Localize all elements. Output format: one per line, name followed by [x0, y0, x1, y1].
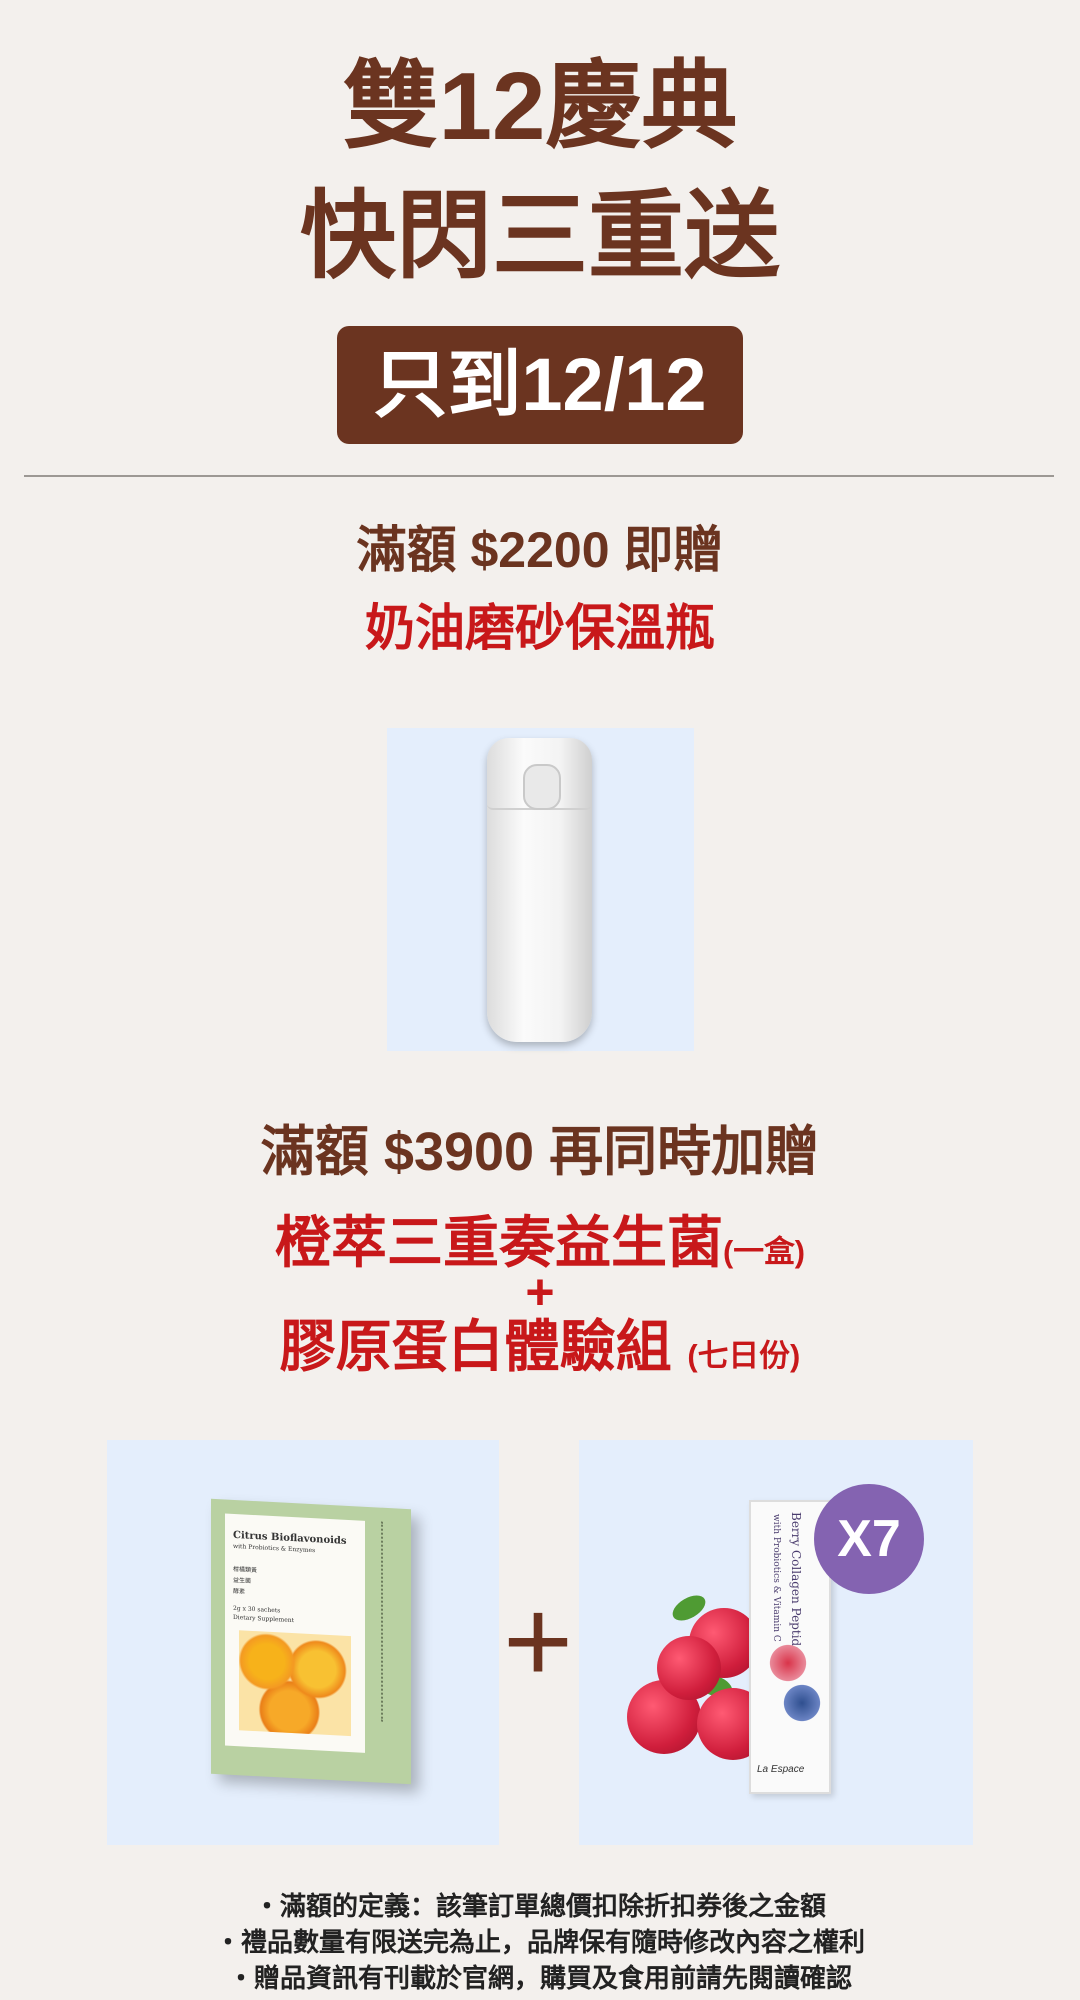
- collagen-stick-image: Berry Collagen Peptides with Probiotics …: [579, 1440, 973, 1845]
- orange-slices-icon: [239, 1630, 351, 1737]
- box-side-text: [381, 1521, 403, 1723]
- box-label: Citrus Bioflavonoids with Probiotics & E…: [225, 1513, 365, 1753]
- flower-icon: [767, 1642, 809, 1684]
- stick-sub-text: with Probiotics & Vitamin C: [771, 1514, 781, 1642]
- title-line-1: 雙12慶典: [342, 53, 738, 160]
- stick-brand: La Espace: [757, 1764, 805, 1775]
- tier2-gift2: 膠原蛋白體驗組 (七日份): [0, 1312, 1080, 1391]
- berry-icon: [657, 1636, 721, 1700]
- flower-icon: [781, 1682, 823, 1724]
- tier2-gift2-qty: (七日份): [687, 1338, 801, 1373]
- tier2-condition: 滿額 $3900 再同時加贈: [260, 1122, 820, 1182]
- tier2-gift2-name: 膠原蛋白體驗組: [279, 1315, 672, 1378]
- notes: ・滿額的定義：該筆訂單總價扣除折扣券後之金額 ・禮品數量有限送完為止，品牌保有隨…: [0, 1888, 1080, 1996]
- divider: [24, 475, 1054, 477]
- stick-sub: with Probiotics & Vitamin C: [771, 1514, 781, 1642]
- thermos-bottle-image: [387, 728, 694, 1051]
- quantity-badge: X7: [814, 1484, 924, 1594]
- stick-name: Berry Collagen Peptides: [789, 1512, 803, 1659]
- tier1-condition: 滿額 $2200 即贈: [356, 522, 724, 578]
- product-box: Citrus Bioflavonoids with Probiotics & E…: [211, 1498, 411, 1785]
- tier1-gift-name: 奶油磨砂保溫瓶: [365, 600, 715, 656]
- stick-name-text: Berry Collagen Peptides: [789, 1512, 803, 1660]
- bottle-button: [523, 764, 561, 810]
- title-line-2: 快閃三重送: [300, 183, 780, 290]
- bottle-icon: [487, 738, 592, 1042]
- probiotic-box-image: Citrus Bioflavonoids with Probiotics & E…: [107, 1440, 499, 1845]
- bottle-lid: [487, 738, 592, 810]
- note-item: ・滿額的定義：該筆訂單總價扣除折扣券後之金額: [253, 1891, 826, 1921]
- note-item: ・贈品資訊有刊載於官網，購買及食用前請先閱讀確認: [227, 1963, 852, 1993]
- note-item: ・禮品數量有限送完為止，品牌保有隨時修改內容之權利: [214, 1927, 865, 1957]
- deadline-badge: 只到12/12: [337, 326, 743, 444]
- plus-sign: +: [502, 1574, 574, 1708]
